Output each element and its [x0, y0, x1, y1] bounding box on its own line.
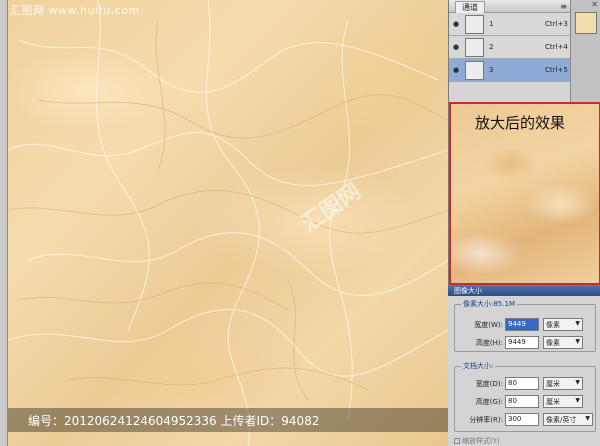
channels-header: 通道 ≡ [449, 0, 570, 13]
pixel-dimensions-group: 像素大小:85.1M 宽度(W): 9449 像素 ▼ 高度(H): 9449 像… [454, 299, 596, 352]
channel-name: 1 [489, 20, 494, 28]
channel-row-3[interactable]: ● 3 Ctrl+5 [449, 59, 570, 82]
doc-height-label: 高度(G): [475, 398, 503, 406]
channel-thumbnail [465, 15, 484, 34]
chevron-down-icon: ▼ [585, 415, 590, 422]
doc-height-input[interactable]: 80 [505, 395, 539, 408]
chevron-down-icon: ▼ [575, 320, 580, 327]
doc-height-unit-select[interactable]: 厘米 ▼ [543, 395, 583, 408]
eye-icon[interactable]: ● [453, 43, 459, 51]
width-input[interactable]: 9449 [505, 318, 539, 331]
channels-panel: 通道 ≡ ● 1 Ctrl+3 ● 2 Ctrl+4 ● 3 Ctrl+5 [449, 0, 571, 102]
channel-thumbnail [465, 38, 484, 57]
tab-channels[interactable]: 通道 [455, 1, 485, 13]
window-left-edge [0, 0, 8, 446]
channel-thumbnail [465, 61, 484, 80]
eye-icon[interactable]: ● [453, 20, 459, 28]
channel-name: 3 [489, 66, 494, 74]
resolution-row: 分辨率(R): 300 像素/英寸 ▼ [455, 413, 595, 427]
width-label: 宽度(W): [474, 321, 503, 329]
constrain-checkbox[interactable]: 缩放样式(Y) [454, 436, 500, 446]
pixel-height-row: 高度(H): 9449 像素 ▼ [455, 336, 595, 350]
chevron-down-icon: ▼ [575, 379, 580, 386]
chevron-down-icon: ▼ [575, 338, 580, 345]
resolution-input[interactable]: 300 [505, 413, 539, 426]
pixel-width-row: 宽度(W): 9449 像素 ▼ [455, 318, 595, 332]
image-caption: 编号：20120624124604952336 上传者ID：94082 [8, 408, 448, 432]
resolution-unit-select[interactable]: 像素/英寸 ▼ [543, 413, 593, 426]
color-swatch[interactable] [575, 12, 597, 34]
channel-name: 2 [489, 43, 494, 51]
height-unit-select[interactable]: 像素 ▼ [543, 336, 583, 349]
height-label: 高度(H): [475, 339, 503, 347]
dialog-title: 图像大小 [448, 286, 600, 296]
pixel-group-legend: 像素大小:85.1M [461, 299, 517, 309]
doc-group-legend: 文档大小: [461, 361, 496, 371]
channel-row-1[interactable]: ● 1 Ctrl+3 [449, 13, 570, 36]
height-input[interactable]: 9449 [505, 336, 539, 349]
close-icon[interactable]: ✕ [591, 0, 598, 9]
channel-shortcut: Ctrl+4 [545, 43, 568, 51]
doc-width-label: 宽度(D): [475, 380, 503, 388]
tool-strip: ✕ [571, 0, 600, 102]
document-size-group: 文档大小: 宽度(D): 80 厘米 ▼ 高度(G): 80 厘米 ▼ 分辨率(R)… [454, 361, 596, 432]
image-size-dialog: 图像大小 像素大小:85.1M 宽度(W): 9449 像素 ▼ 高度(H): 9… [448, 285, 600, 446]
channel-shortcut: Ctrl+5 [545, 66, 568, 74]
resolution-label: 分辨率(R): [469, 416, 503, 424]
marble-canvas[interactable]: 汇图网 www.huitu.com 汇图网 [8, 0, 448, 446]
checkbox-icon [454, 438, 460, 444]
menu-icon[interactable]: ≡ [560, 2, 567, 11]
zoom-label: 放大后的效果 [475, 114, 566, 132]
eye-icon[interactable]: ● [453, 66, 459, 74]
zoom-preview: 放大后的效果 [449, 102, 600, 285]
channel-shortcut: Ctrl+3 [545, 20, 568, 28]
width-unit-select[interactable]: 像素 ▼ [543, 318, 583, 331]
channel-row-2[interactable]: ● 2 Ctrl+4 [449, 36, 570, 59]
marble-veins [8, 0, 448, 446]
chevron-down-icon: ▼ [575, 397, 580, 404]
constrain-label: 缩放样式(Y) [462, 437, 500, 445]
doc-width-unit-select[interactable]: 厘米 ▼ [543, 377, 583, 390]
doc-width-input[interactable]: 80 [505, 377, 539, 390]
doc-height-row: 高度(G): 80 厘米 ▼ [455, 395, 595, 409]
doc-width-row: 宽度(D): 80 厘米 ▼ [455, 377, 595, 391]
site-watermark: 汇图网 www.huitu.com [10, 4, 140, 17]
